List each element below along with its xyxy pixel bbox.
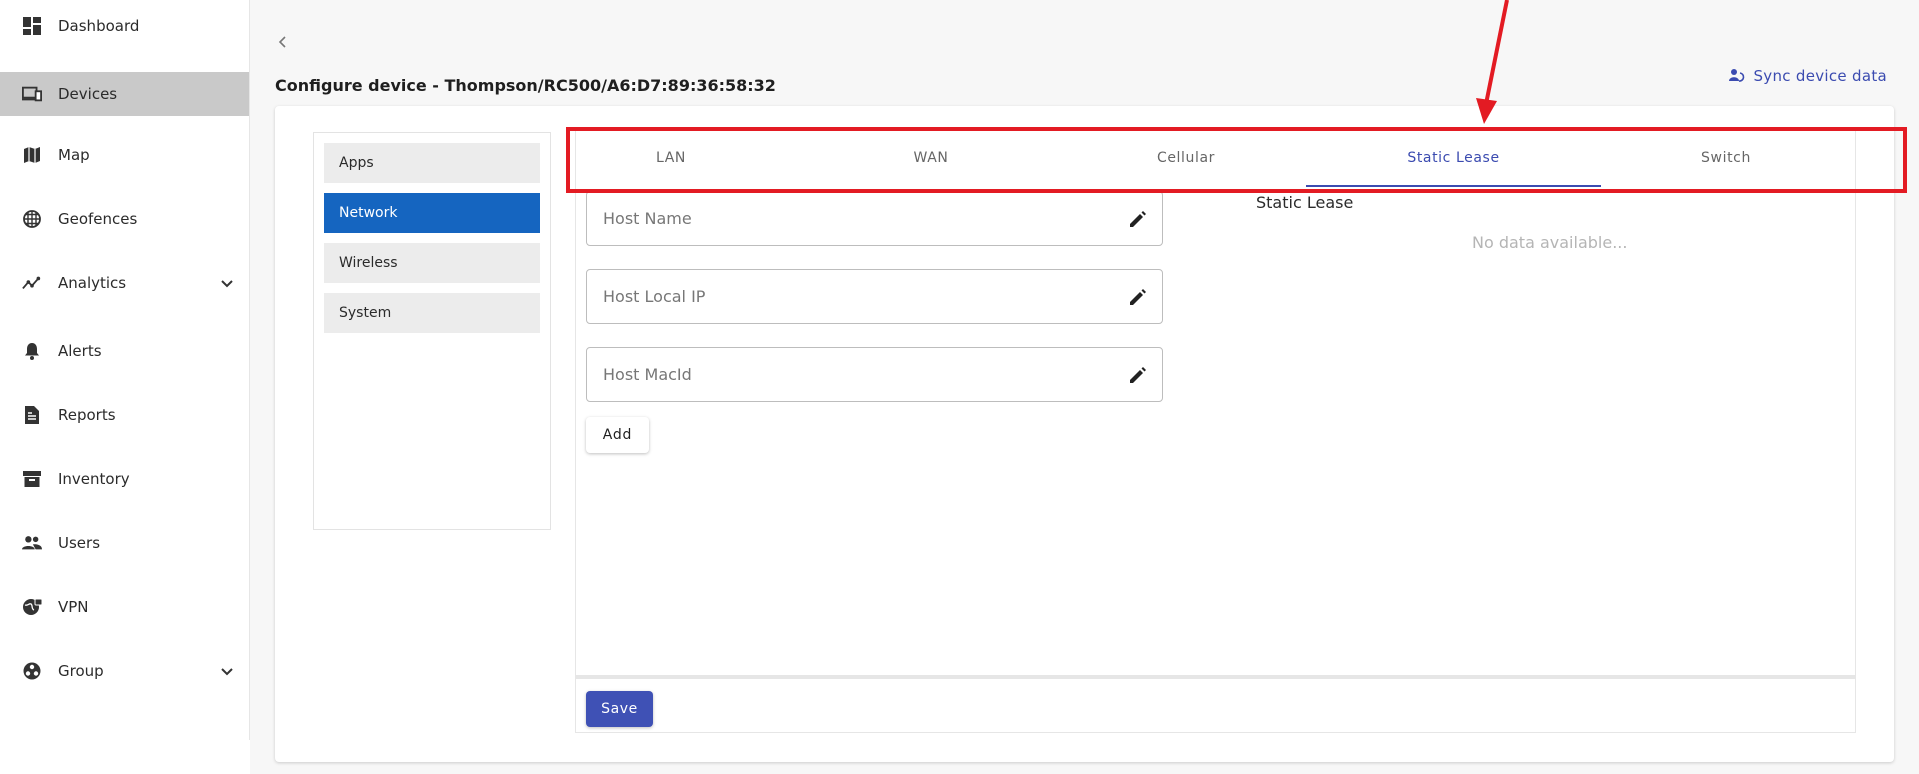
host-name-placeholder: Host Name xyxy=(603,209,692,228)
sidebar-item-reports[interactable]: Reports xyxy=(0,393,249,437)
analytics-icon xyxy=(22,273,42,293)
divider xyxy=(576,675,1855,679)
chevron-down-icon[interactable] xyxy=(219,275,235,291)
devices-icon xyxy=(22,84,42,104)
config-menu-wireless[interactable]: Wireless xyxy=(324,243,540,283)
sidebar-item-geofences[interactable]: Geofences xyxy=(0,197,249,241)
sidebar-item-label: Reports xyxy=(58,406,116,424)
inventory-icon xyxy=(22,469,42,489)
active-tab-indicator xyxy=(1306,185,1601,187)
sidebar-item-label: Map xyxy=(58,146,90,164)
host-macid-placeholder: Host MacId xyxy=(603,365,692,384)
sidebar-item-label: VPN xyxy=(58,598,89,616)
sidebar-item-label: Devices xyxy=(58,85,118,103)
host-local-ip-field[interactable]: Host Local IP xyxy=(586,269,1163,324)
sidebar-item-label: Users xyxy=(58,534,101,552)
pencil-icon[interactable] xyxy=(1127,364,1149,386)
sidebar-item-analytics[interactable]: Analytics xyxy=(0,261,249,305)
sidebar-item-label: Dashboard xyxy=(58,17,140,35)
host-macid-field[interactable]: Host MacId xyxy=(586,347,1163,402)
sync-label: Sync device data xyxy=(1753,67,1887,85)
sidebar-item-alerts[interactable]: Alerts xyxy=(0,329,249,373)
host-local-ip-placeholder: Host Local IP xyxy=(603,287,706,306)
main-content: Configure device - Thompson/RC500/A6:D7:… xyxy=(250,0,1919,774)
sidebar-item-inventory[interactable]: Inventory xyxy=(0,457,249,501)
chevron-down-icon[interactable] xyxy=(219,663,235,679)
sidebar-item-vpn[interactable]: VPN xyxy=(0,585,249,629)
tab-static-lease[interactable]: Static Lease xyxy=(1306,129,1601,187)
sidebar-item-map[interactable]: Map xyxy=(0,133,249,177)
static-lease-title: Static Lease xyxy=(1256,193,1354,212)
save-button[interactable]: Save xyxy=(586,691,653,727)
network-tabs: LAN WAN Cellular Static Lease Switch xyxy=(576,129,1857,187)
pencil-icon[interactable] xyxy=(1127,208,1149,230)
group-icon xyxy=(22,661,42,681)
config-menu-system[interactable]: System xyxy=(324,293,540,333)
sidebar-item-users[interactable]: Users xyxy=(0,521,249,565)
sidebar-item-label: Alerts xyxy=(58,342,102,360)
network-panel: LAN WAN Cellular Static Lease Switch Hos… xyxy=(575,128,1856,733)
map-icon xyxy=(22,145,42,165)
dashboard-icon xyxy=(22,16,42,36)
tab-lan[interactable]: LAN xyxy=(596,129,746,187)
tab-cellular[interactable]: Cellular xyxy=(1111,129,1261,187)
sync-device-data-button[interactable]: Sync device data xyxy=(1729,67,1887,85)
pencil-icon[interactable] xyxy=(1127,286,1149,308)
add-button[interactable]: Add xyxy=(586,417,649,453)
tab-switch[interactable]: Switch xyxy=(1651,129,1801,187)
page-title: Configure device - Thompson/RC500/A6:D7:… xyxy=(275,76,776,95)
sidebar-item-label: Geofences xyxy=(58,210,138,228)
vpn-globe-icon xyxy=(22,597,42,617)
sidebar: Dashboard Devices Map Geofences Analytic… xyxy=(0,0,250,740)
back-chevron-icon[interactable] xyxy=(276,34,290,48)
config-menu-network[interactable]: Network xyxy=(324,193,540,233)
bell-icon xyxy=(22,341,42,361)
host-name-field[interactable]: Host Name xyxy=(586,191,1163,246)
sidebar-item-dashboard[interactable]: Dashboard xyxy=(0,4,249,48)
users-icon xyxy=(22,533,42,553)
sync-icon xyxy=(1729,68,1745,84)
sidebar-item-label: Inventory xyxy=(58,470,130,488)
reports-icon xyxy=(22,405,42,425)
sidebar-item-group[interactable]: Group xyxy=(0,649,249,693)
config-menu: Apps Network Wireless System xyxy=(313,132,551,530)
sidebar-item-devices[interactable]: Devices xyxy=(0,72,249,116)
no-data-text: No data available... xyxy=(1472,233,1628,252)
sidebar-item-label: Analytics xyxy=(58,274,127,292)
sidebar-item-label: Group xyxy=(58,662,104,680)
config-card: Apps Network Wireless System LAN WAN Cel… xyxy=(275,106,1894,762)
geofence-icon xyxy=(22,209,42,229)
tab-wan[interactable]: WAN xyxy=(856,129,1006,187)
config-menu-apps[interactable]: Apps xyxy=(324,143,540,183)
